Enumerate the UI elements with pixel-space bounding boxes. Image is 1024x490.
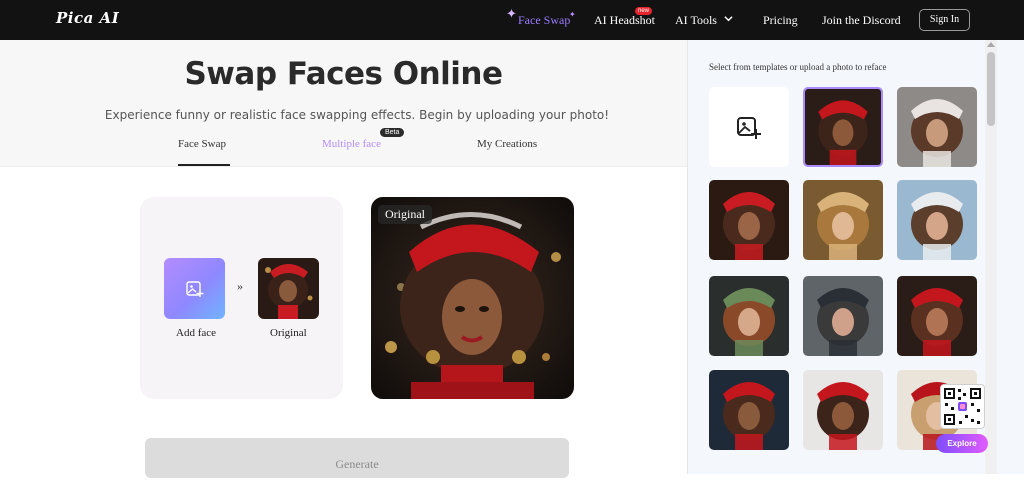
qr-code[interactable] <box>940 384 985 429</box>
image-plus-icon <box>737 117 761 139</box>
add-face-label: Add face <box>176 327 217 339</box>
template-tile[interactable] <box>803 180 883 260</box>
scroll-up-icon[interactable] <box>987 42 995 47</box>
tab-face-swap[interactable]: Face Swap <box>178 138 226 150</box>
generate-button[interactable]: Generate <box>145 438 569 478</box>
chevron-down-icon[interactable] <box>724 14 733 23</box>
nav-pricing[interactable]: Pricing <box>763 13 798 28</box>
nav-face-swap[interactable]: Face Swap <box>518 13 570 28</box>
sign-in-button[interactable]: Sign In <box>919 9 970 31</box>
template-tile[interactable] <box>897 87 977 167</box>
original-tag: Original <box>378 205 432 224</box>
explore-button[interactable]: Explore <box>936 434 988 453</box>
original-thumbnail[interactable] <box>258 258 319 319</box>
template-tile[interactable] <box>803 87 883 167</box>
nav-join-discord[interactable]: Join the Discord <box>822 13 901 28</box>
original-label: Original <box>270 327 307 339</box>
template-hint: Select from templates or upload a photo … <box>709 62 887 72</box>
portrait-image <box>371 197 574 399</box>
template-tile[interactable] <box>803 370 883 450</box>
divider <box>0 166 687 167</box>
template-tile[interactable] <box>897 180 977 260</box>
face-input-card: » Add face Original <box>140 197 343 399</box>
template-tile[interactable] <box>709 370 789 450</box>
tab-my-creations[interactable]: My Creations <box>477 138 537 150</box>
scrollbar-thumb[interactable] <box>987 52 995 126</box>
sparkle-icon: ✦ <box>506 6 517 21</box>
image-plus-icon <box>186 281 204 297</box>
beta-badge: Beta <box>380 128 405 137</box>
nav-ai-tools[interactable]: AI Tools <box>675 13 717 28</box>
main-content: Swap Faces Online Experience funny or re… <box>0 40 687 478</box>
page-subtitle: Experience funny or realistic face swapp… <box>104 108 610 122</box>
arrow-separator: » <box>237 279 243 293</box>
tab-multiple-face[interactable]: Multiple face <box>322 138 381 150</box>
template-tile[interactable] <box>709 180 789 260</box>
top-nav-bar: Pica AI ✦ Face Swap ✦ AI Headshot new AI… <box>0 0 1024 40</box>
upload-photo-tile[interactable] <box>709 87 789 167</box>
template-tile[interactable] <box>897 276 977 356</box>
add-face-button[interactable] <box>164 258 225 319</box>
original-preview: Original <box>371 197 574 399</box>
template-tile[interactable] <box>709 276 789 356</box>
page-title: Swap Faces Online <box>184 56 503 92</box>
new-badge: new <box>635 7 653 15</box>
sparkle-icon: ✦ <box>569 10 576 19</box>
nav-ai-headshot[interactable]: AI Headshot <box>594 13 655 28</box>
template-tile[interactable] <box>803 276 883 356</box>
pica-ai-logo[interactable]: Pica AI <box>56 9 119 27</box>
